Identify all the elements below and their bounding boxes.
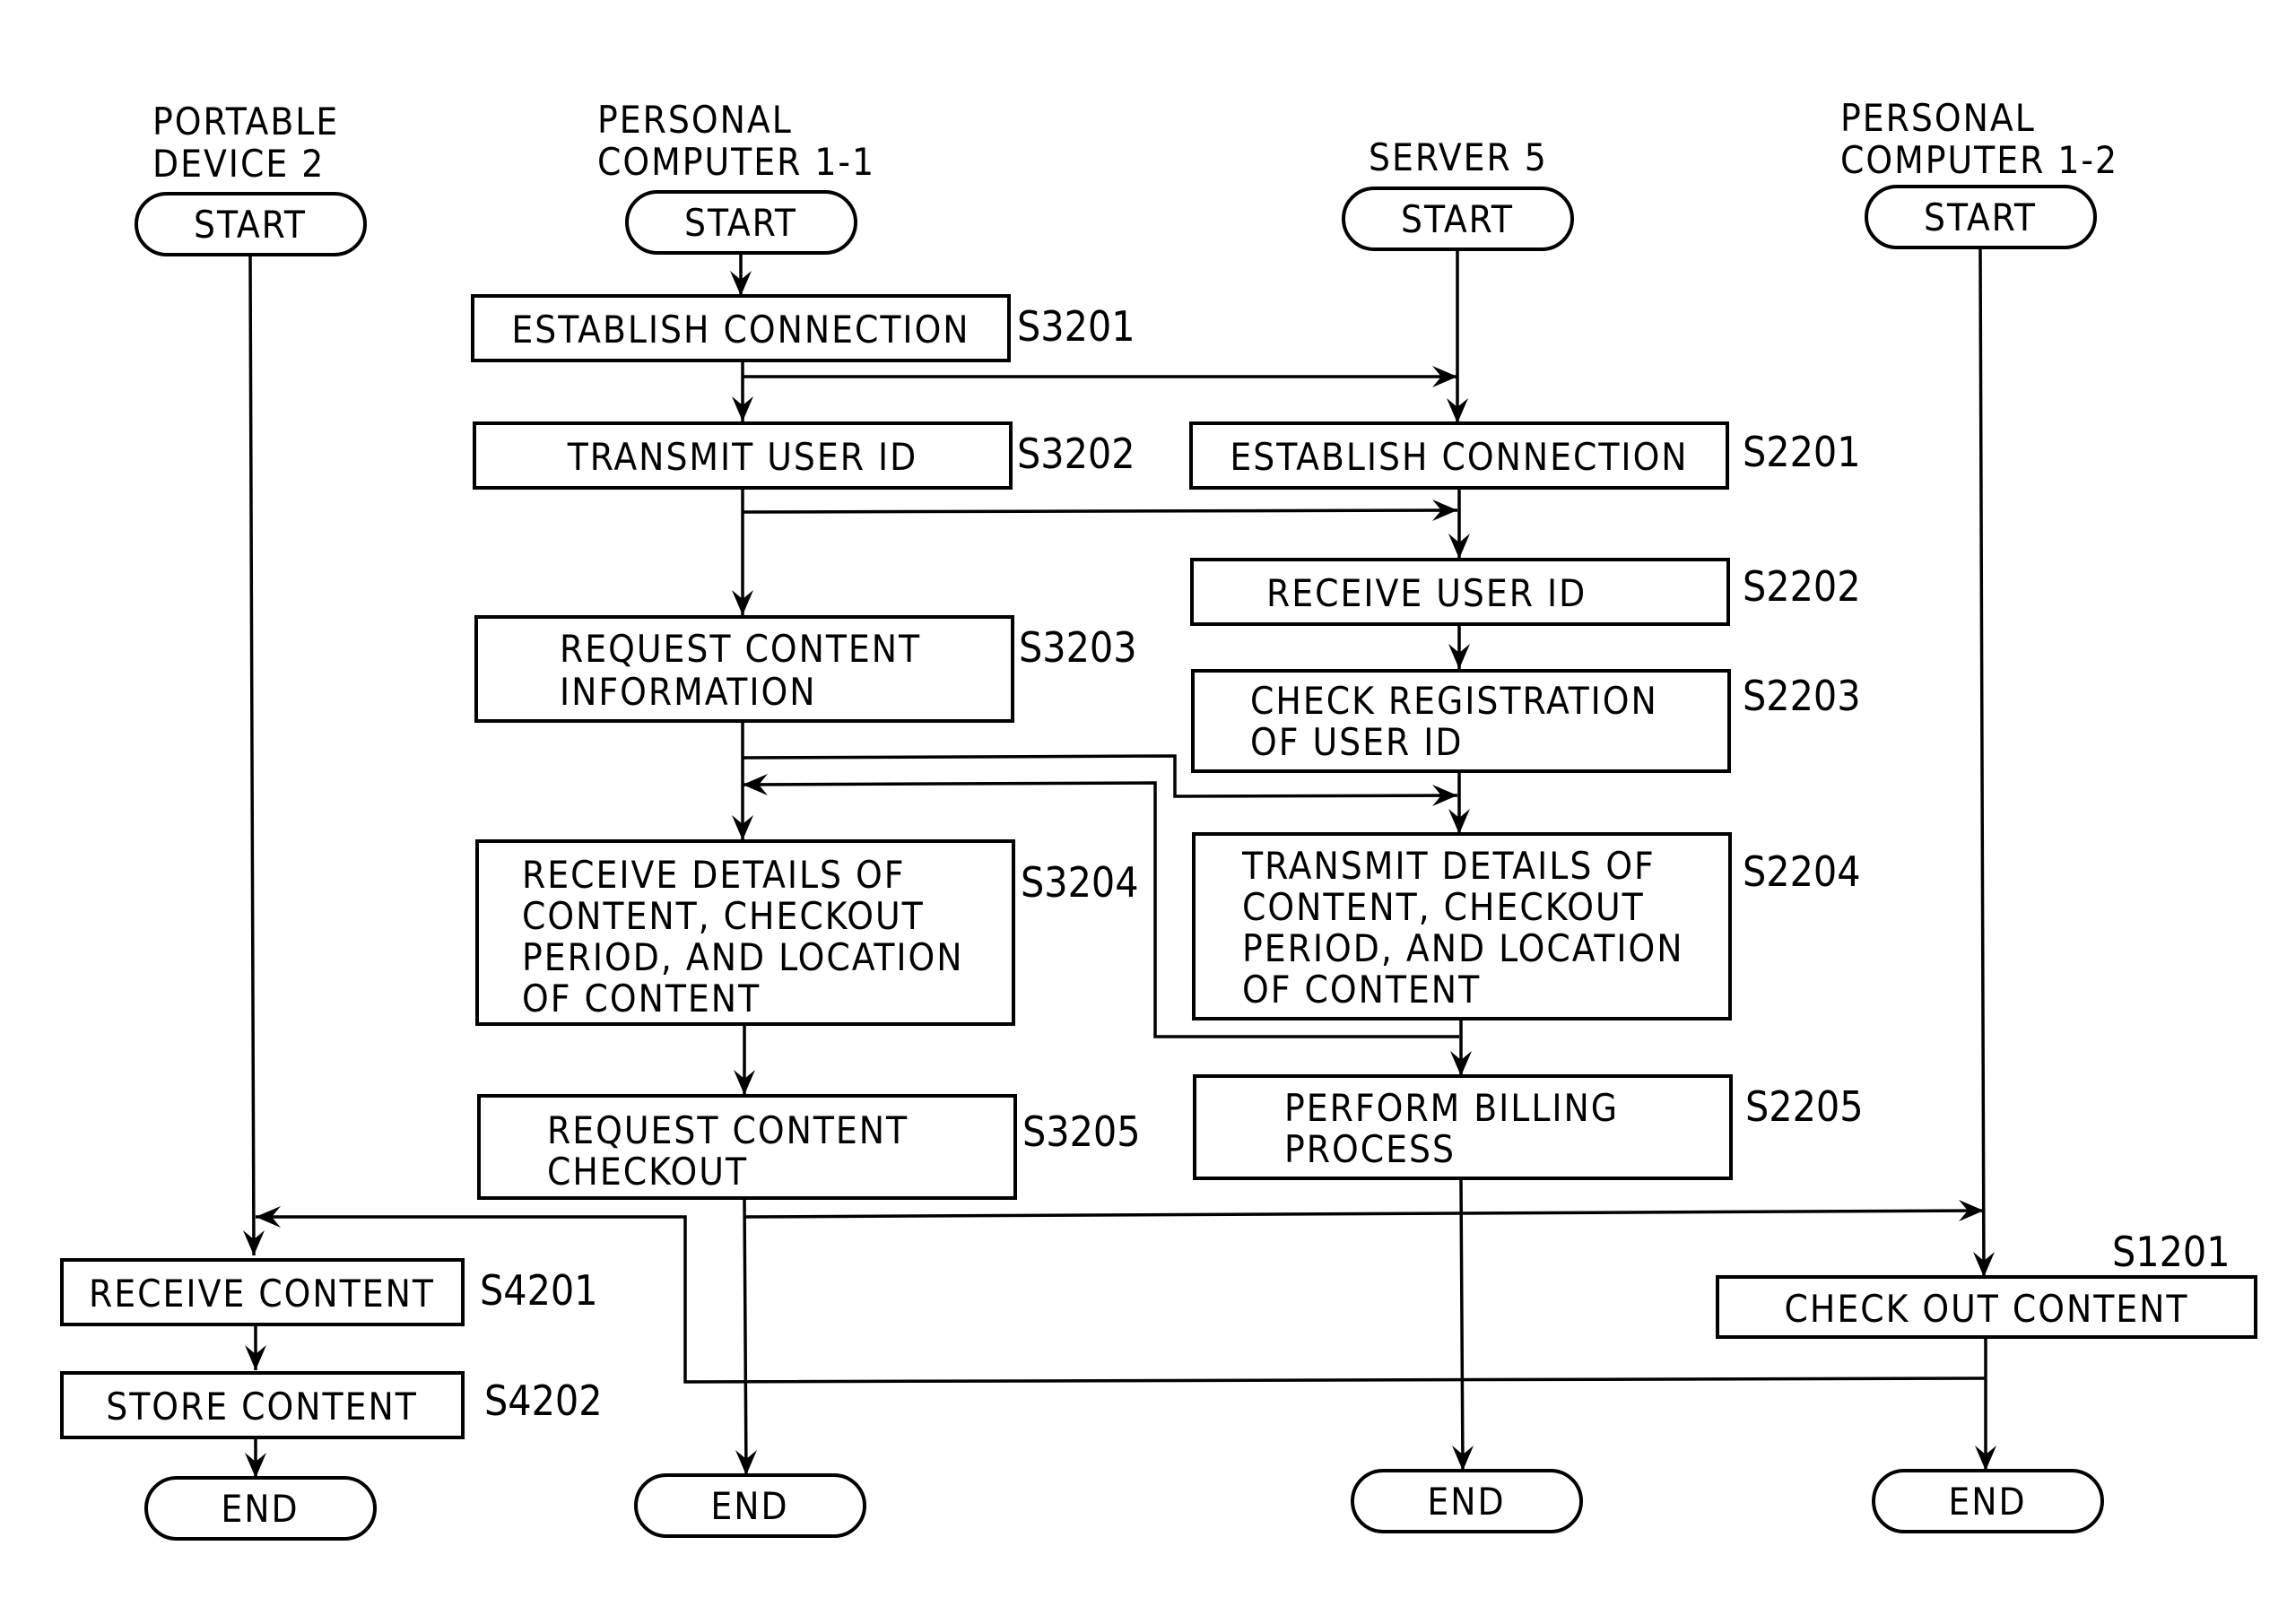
step-text: REQUEST CONTENT (560, 627, 921, 671)
step-text: OF USER ID (1250, 720, 1464, 764)
terminal-label: START (1924, 195, 2037, 239)
step-text: OF CONTENT (522, 977, 761, 1020)
step-box-s2204: TRANSMIT DETAILS OF CONTENT, CHECKOUT PE… (1192, 832, 1861, 1020)
end-terminal-portable-device: END (144, 1476, 377, 1541)
step-box-s2203: CHECK REGISTRATION OF USER ID S2203 (1191, 669, 1861, 773)
step-text: CHECK REGISTRATION (1250, 679, 1658, 723)
step-box-s4202: STORE CONTENT S4202 (60, 1371, 603, 1439)
flow-s3205-to-end (743, 1197, 748, 1476)
step-text: RECEIVE CONTENT (89, 1272, 435, 1316)
message-s3205-to-s1201 (743, 1209, 1985, 1219)
step-text: CONTENT, CHECKOUT (522, 894, 925, 938)
lane-header-server: SERVER 5 (1369, 135, 1548, 179)
step-text: RECEIVE USER ID (1266, 571, 1587, 615)
step-id: S2203 (1743, 672, 1861, 720)
step-id: S3203 (1019, 623, 1137, 672)
lane-title-line2: DEVICE 2 (152, 142, 325, 186)
step-id: S3205 (1022, 1107, 1141, 1156)
step-box-s2205: PERFORM BILLING PROCESS S2205 (1193, 1074, 1864, 1180)
flow-s2205-to-end (1459, 1179, 1465, 1472)
step-box-s3203: REQUEST CONTENT INFORMATION S3203 (474, 615, 1137, 723)
step-box-s1201: CHECK OUT CONTENT S1201 (1716, 1228, 2257, 1339)
terminal-label: END (710, 1484, 788, 1528)
start-terminal-server: START (1342, 187, 1574, 251)
start-terminal-portable-device: START (135, 192, 367, 256)
step-text: REQUEST CONTENT (547, 1108, 909, 1152)
terminal-label: END (221, 1487, 299, 1531)
flowchart: PORTABLE DEVICE 2 PERSONAL COMPUTER 1-1 … (60, 96, 2257, 1541)
lane-title-line1: PERSONAL (1840, 96, 2036, 140)
end-terminal-personal-computer-1-2: END (1872, 1469, 2104, 1533)
step-id: S3202 (1017, 430, 1135, 478)
lane-title-line2: COMPUTER 1-2 (1840, 138, 2118, 182)
step-box-s3204: RECEIVE DETAILS OF CONTENT, CHECKOUT PER… (475, 839, 1139, 1026)
step-id: S1201 (2112, 1228, 2230, 1276)
lane-title-line2: SERVER 5 (1369, 135, 1548, 179)
step-id: S2201 (1743, 428, 1861, 476)
terminal-label: END (1948, 1480, 2026, 1524)
step-text: TRANSMIT USER ID (567, 435, 918, 479)
step-box-s3202: TRANSMIT USER ID S3202 (473, 421, 1135, 490)
step-box-s4201: RECEIVE CONTENT S4201 (60, 1258, 598, 1326)
terminal-label: START (684, 201, 797, 245)
terminal-label: START (194, 203, 307, 247)
step-text: PERIOD, AND LOCATION (522, 935, 964, 979)
lifeline-personal-computer-1-2 (1978, 247, 1986, 1278)
step-text: PERFORM BILLING (1284, 1086, 1619, 1130)
step-text: STORE CONTENT (106, 1385, 418, 1429)
step-box-s2201: ESTABLISH CONNECTION S2201 (1189, 421, 1861, 490)
step-text: INFORMATION (560, 670, 817, 714)
lane-header-personal-computer-1-2: PERSONAL COMPUTER 1-2 (1840, 96, 2118, 182)
lane-title-line1: PERSONAL (597, 98, 793, 142)
lifeline-portable-device (248, 254, 256, 1256)
step-id: S2204 (1743, 847, 1861, 896)
step-id: S3201 (1017, 302, 1135, 351)
step-box-s3201: ESTABLISH CONNECTION S3201 (471, 294, 1135, 362)
step-id: S3204 (1021, 858, 1139, 907)
step-id: S2205 (1745, 1082, 1864, 1131)
step-text: CONTENT, CHECKOUT (1242, 885, 1645, 929)
step-text: ESTABLISH CONNECTION (1230, 435, 1688, 479)
terminal-label: END (1427, 1480, 1505, 1524)
start-terminal-personal-computer-1-2: START (1865, 185, 2097, 249)
step-text: RECEIVE DETAILS OF (522, 853, 906, 897)
end-terminal-server: END (1351, 1469, 1583, 1533)
lane-header-personal-computer-1-1: PERSONAL COMPUTER 1-1 (597, 98, 875, 184)
start-terminal-personal-computer-1-1: START (625, 190, 857, 255)
step-text: TRANSMIT DETAILS OF (1241, 844, 1656, 888)
lane-title-line2: COMPUTER 1-1 (597, 140, 875, 184)
terminal-label: START (1401, 197, 1514, 241)
step-text: PERIOD, AND LOCATION (1242, 926, 1684, 970)
step-id: S2202 (1743, 562, 1861, 611)
lane-title-line1: PORTABLE (152, 100, 339, 143)
step-box-s3205: REQUEST CONTENT CHECKOUT S3205 (477, 1094, 1141, 1200)
step-text: CHECKOUT (547, 1150, 748, 1194)
lane-header-portable-device: PORTABLE DEVICE 2 (152, 100, 339, 186)
step-text: PROCESS (1284, 1127, 1456, 1171)
step-text: OF CONTENT (1242, 968, 1481, 1012)
step-box-s2202: RECEIVE USER ID S2202 (1190, 558, 1861, 626)
step-id: S4201 (480, 1266, 598, 1315)
step-id: S4202 (484, 1376, 603, 1425)
message-s3202-to-s2202 (742, 508, 1458, 514)
step-text: ESTABLISH CONNECTION (511, 308, 970, 352)
step-text: CHECK OUT CONTENT (1785, 1287, 2189, 1331)
end-terminal-personal-computer-1-1: END (634, 1473, 866, 1538)
